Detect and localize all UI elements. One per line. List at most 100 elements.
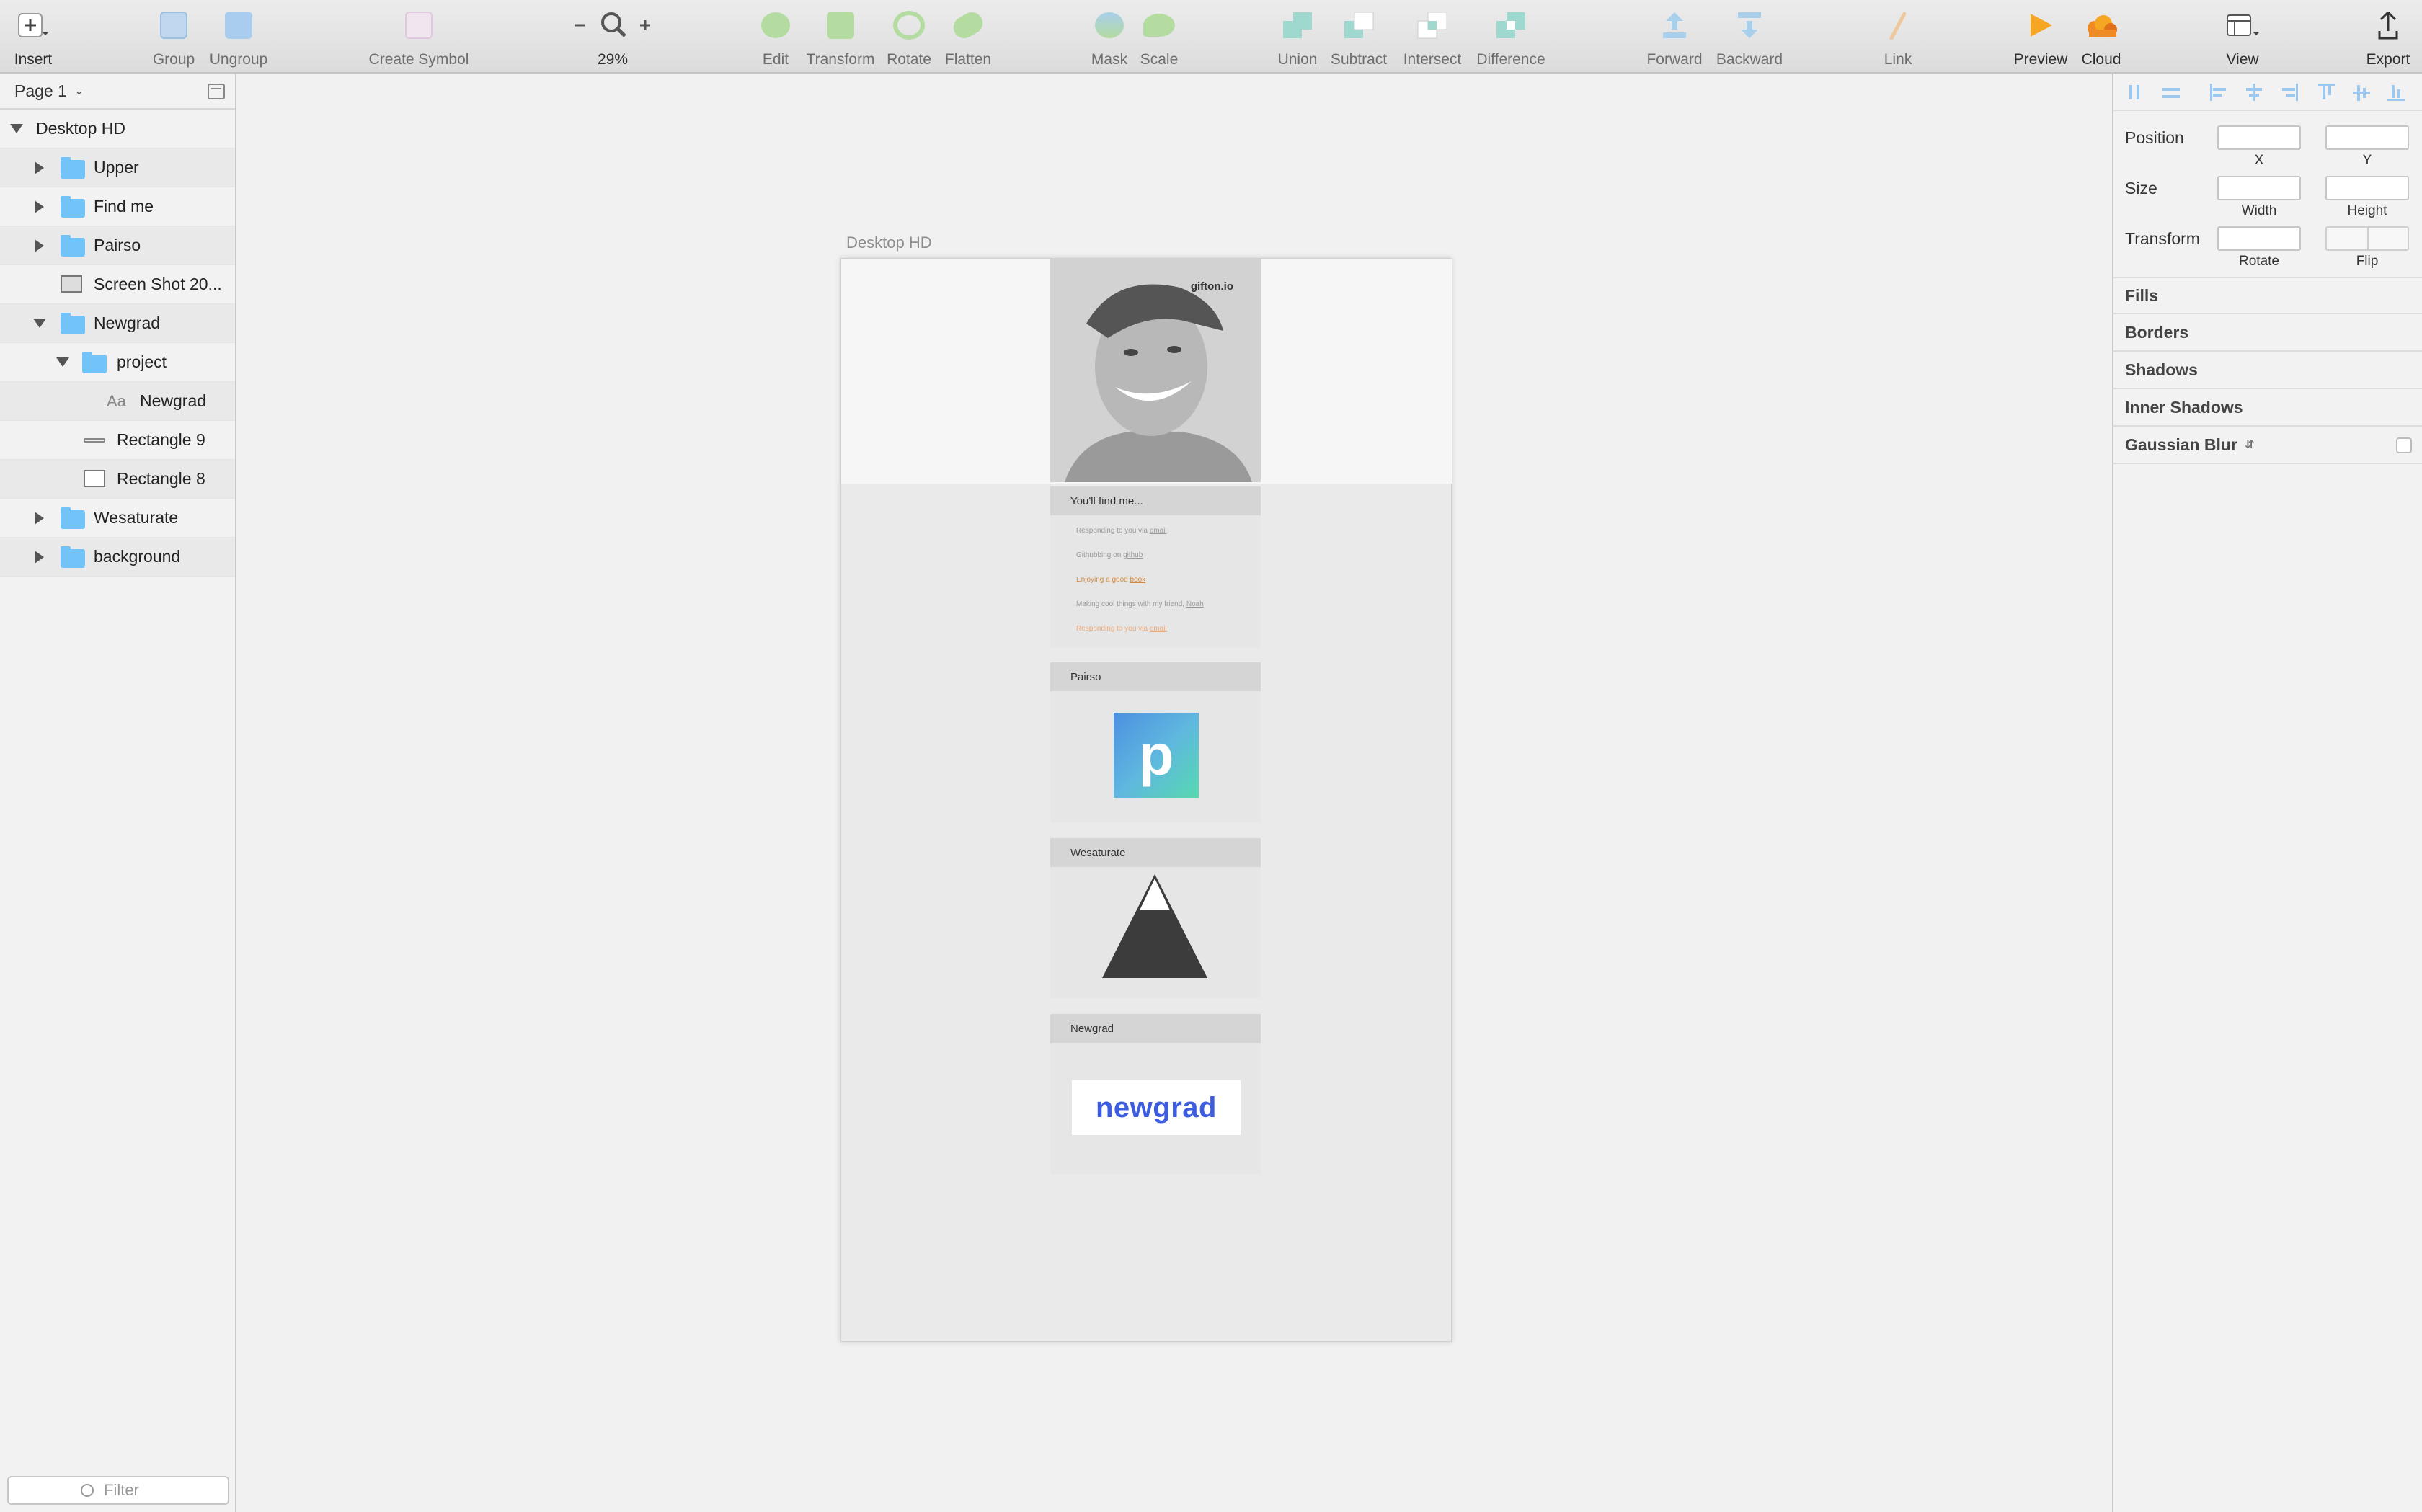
inspector-panel: Position X Y Size Width Height Transform… <box>2112 74 2422 1512</box>
layer-rectangle-9[interactable]: Rectangle 9 <box>0 421 235 460</box>
play-icon <box>2026 9 2055 42</box>
transform-button[interactable]: Transform <box>804 9 877 69</box>
magnifier-icon <box>569 9 656 42</box>
link-button[interactable]: Link <box>1881 9 1915 69</box>
layer-pairso[interactable]: Pairso <box>0 226 235 265</box>
intersect-button[interactable]: Intersect <box>1400 9 1465 69</box>
distribute-vertical-icon[interactable] <box>2162 84 2181 101</box>
newgrad-card[interactable]: Newgrad newgrad <box>1050 1014 1261 1174</box>
find-me-line-book: Enjoying a good book <box>1076 576 1146 584</box>
disclosure-down-icon[interactable] <box>33 319 46 328</box>
page-selector[interactable]: Page 1 ⌄ <box>0 74 235 110</box>
filter-input[interactable]: Filter <box>7 1476 229 1505</box>
transform-row: Transform Rotate Flip <box>2113 222 2422 274</box>
align-left-icon[interactable] <box>2210 84 2229 101</box>
flip-horizontal-icon[interactable] <box>2327 228 2367 249</box>
mask-button[interactable]: Mask <box>1090 9 1129 69</box>
backward-button[interactable]: Backward <box>1714 9 1785 69</box>
scale-button[interactable]: Scale <box>1139 9 1179 69</box>
disclosure-down-icon[interactable] <box>56 357 69 367</box>
position-y-field[interactable] <box>2325 125 2409 150</box>
artboard-desktop-hd[interactable]: gifton.io You'll find me... Responding t… <box>840 258 1452 1342</box>
layer-upper[interactable]: Upper <box>0 148 235 187</box>
distribute-horizontal-icon[interactable] <box>2128 84 2147 101</box>
ungroup-button[interactable]: Ungroup <box>208 9 270 69</box>
flip-vertical-icon[interactable] <box>2367 228 2408 249</box>
preview-button[interactable]: Preview <box>2013 9 2069 69</box>
export-button[interactable]: Export <box>2364 9 2412 69</box>
disclosure-right-icon[interactable] <box>35 239 44 252</box>
forward-button[interactable]: Forward <box>1645 9 1704 69</box>
flatten-button[interactable]: Flatten <box>943 8 993 69</box>
align-right-icon[interactable] <box>2279 84 2298 101</box>
union-button[interactable]: Union <box>1276 9 1319 69</box>
zoom-control[interactable]: 29% <box>569 9 656 69</box>
sketch-window: Insert Group Ungroup Create Symbol 29% E… <box>0 0 2422 1512</box>
arrow-down-icon <box>1734 9 1765 42</box>
align-middle-icon[interactable] <box>2353 84 2372 101</box>
height-field[interactable] <box>2325 176 2409 200</box>
find-me-card[interactable]: You'll find me... Responding to you via … <box>1050 486 1261 648</box>
group-button[interactable]: Group <box>151 9 196 69</box>
pairso-card[interactable]: Pairso p <box>1050 662 1261 822</box>
collapse-pages-icon[interactable] <box>208 84 225 99</box>
cloud-button[interactable]: Cloud <box>2077 9 2125 69</box>
layer-rectangle-8[interactable]: Rectangle 8 <box>0 460 235 499</box>
width-field[interactable] <box>2217 176 2301 200</box>
disclosure-right-icon[interactable] <box>35 200 44 213</box>
layer-project[interactable]: project <box>0 343 235 382</box>
wesaturate-card[interactable]: Wesaturate <box>1050 838 1261 998</box>
align-bottom-icon[interactable] <box>2387 84 2406 101</box>
layer-newgrad[interactable]: Newgrad <box>0 304 235 343</box>
insert-button[interactable]: Insert <box>10 9 56 69</box>
disclosure-right-icon[interactable] <box>35 551 44 564</box>
toolbar: Insert Group Ungroup Create Symbol 29% E… <box>0 0 2422 74</box>
align-top-icon[interactable] <box>2318 84 2337 101</box>
disclosure-down-icon[interactable] <box>10 124 23 133</box>
gaussian-blur-checkbox[interactable] <box>2396 437 2412 453</box>
rotate-field[interactable] <box>2217 226 2301 251</box>
borders-section[interactable]: Borders <box>2113 314 2422 352</box>
edit-icon <box>761 9 790 42</box>
search-icon <box>81 1484 94 1497</box>
view-button[interactable]: View <box>2223 9 2262 69</box>
alignment-toolbar <box>2113 74 2422 111</box>
disclosure-right-icon[interactable] <box>35 161 44 174</box>
create-symbol-button[interactable]: Create Symbol <box>368 9 470 69</box>
profile-photo[interactable]: gifton.io <box>1050 259 1261 482</box>
layer-newgrad-text[interactable]: Aa Newgrad <box>0 382 235 421</box>
edit-button[interactable]: Edit <box>760 9 791 69</box>
inner-shadows-section[interactable]: Inner Shadows <box>2113 389 2422 427</box>
filter-placeholder: Filter <box>104 1481 139 1499</box>
layer-desktop-hd[interactable]: Desktop HD <box>0 110 235 148</box>
rectangle-shape-icon <box>84 470 105 487</box>
mountain-logo-icon <box>1102 874 1207 978</box>
rotate-button[interactable]: Rotate <box>887 9 931 69</box>
disclosure-right-icon[interactable] <box>35 512 44 525</box>
layer-screenshot[interactable]: Screen Shot 20... <box>0 265 235 304</box>
align-center-icon[interactable] <box>2245 84 2263 101</box>
layer-wesaturate[interactable]: Wesaturate <box>0 499 235 538</box>
mask-icon <box>1095 9 1124 42</box>
transform-icon <box>827 9 854 42</box>
layer-find-me[interactable]: Find me <box>0 187 235 226</box>
subtract-button[interactable]: Subtract <box>1328 9 1390 69</box>
artboard-label[interactable]: Desktop HD <box>846 234 932 252</box>
arrow-up-icon <box>1659 9 1690 42</box>
flip-control[interactable] <box>2325 226 2409 251</box>
shadows-section[interactable]: Shadows <box>2113 352 2422 389</box>
line-shape-icon <box>84 438 105 443</box>
position-row: Position X Y <box>2113 121 2422 172</box>
canvas[interactable]: Desktop HD gifton.io You'll find me... R… <box>238 74 2112 1512</box>
gaussian-blur-section[interactable]: Gaussian Blur ⇵ <box>2113 427 2422 464</box>
fills-section[interactable]: Fills <box>2113 277 2422 314</box>
position-x-field[interactable] <box>2217 125 2301 150</box>
updown-chevron-icon[interactable]: ⇵ <box>2245 437 2254 452</box>
find-me-line-noah: Making cool things with my friend, Noah <box>1076 600 1204 608</box>
plus-icon <box>17 9 49 42</box>
layer-background[interactable]: background <box>0 538 235 577</box>
difference-button[interactable]: Difference <box>1473 9 1548 69</box>
folder-icon <box>61 196 85 218</box>
link-icon <box>1887 9 1909 42</box>
union-icon <box>1282 9 1313 42</box>
